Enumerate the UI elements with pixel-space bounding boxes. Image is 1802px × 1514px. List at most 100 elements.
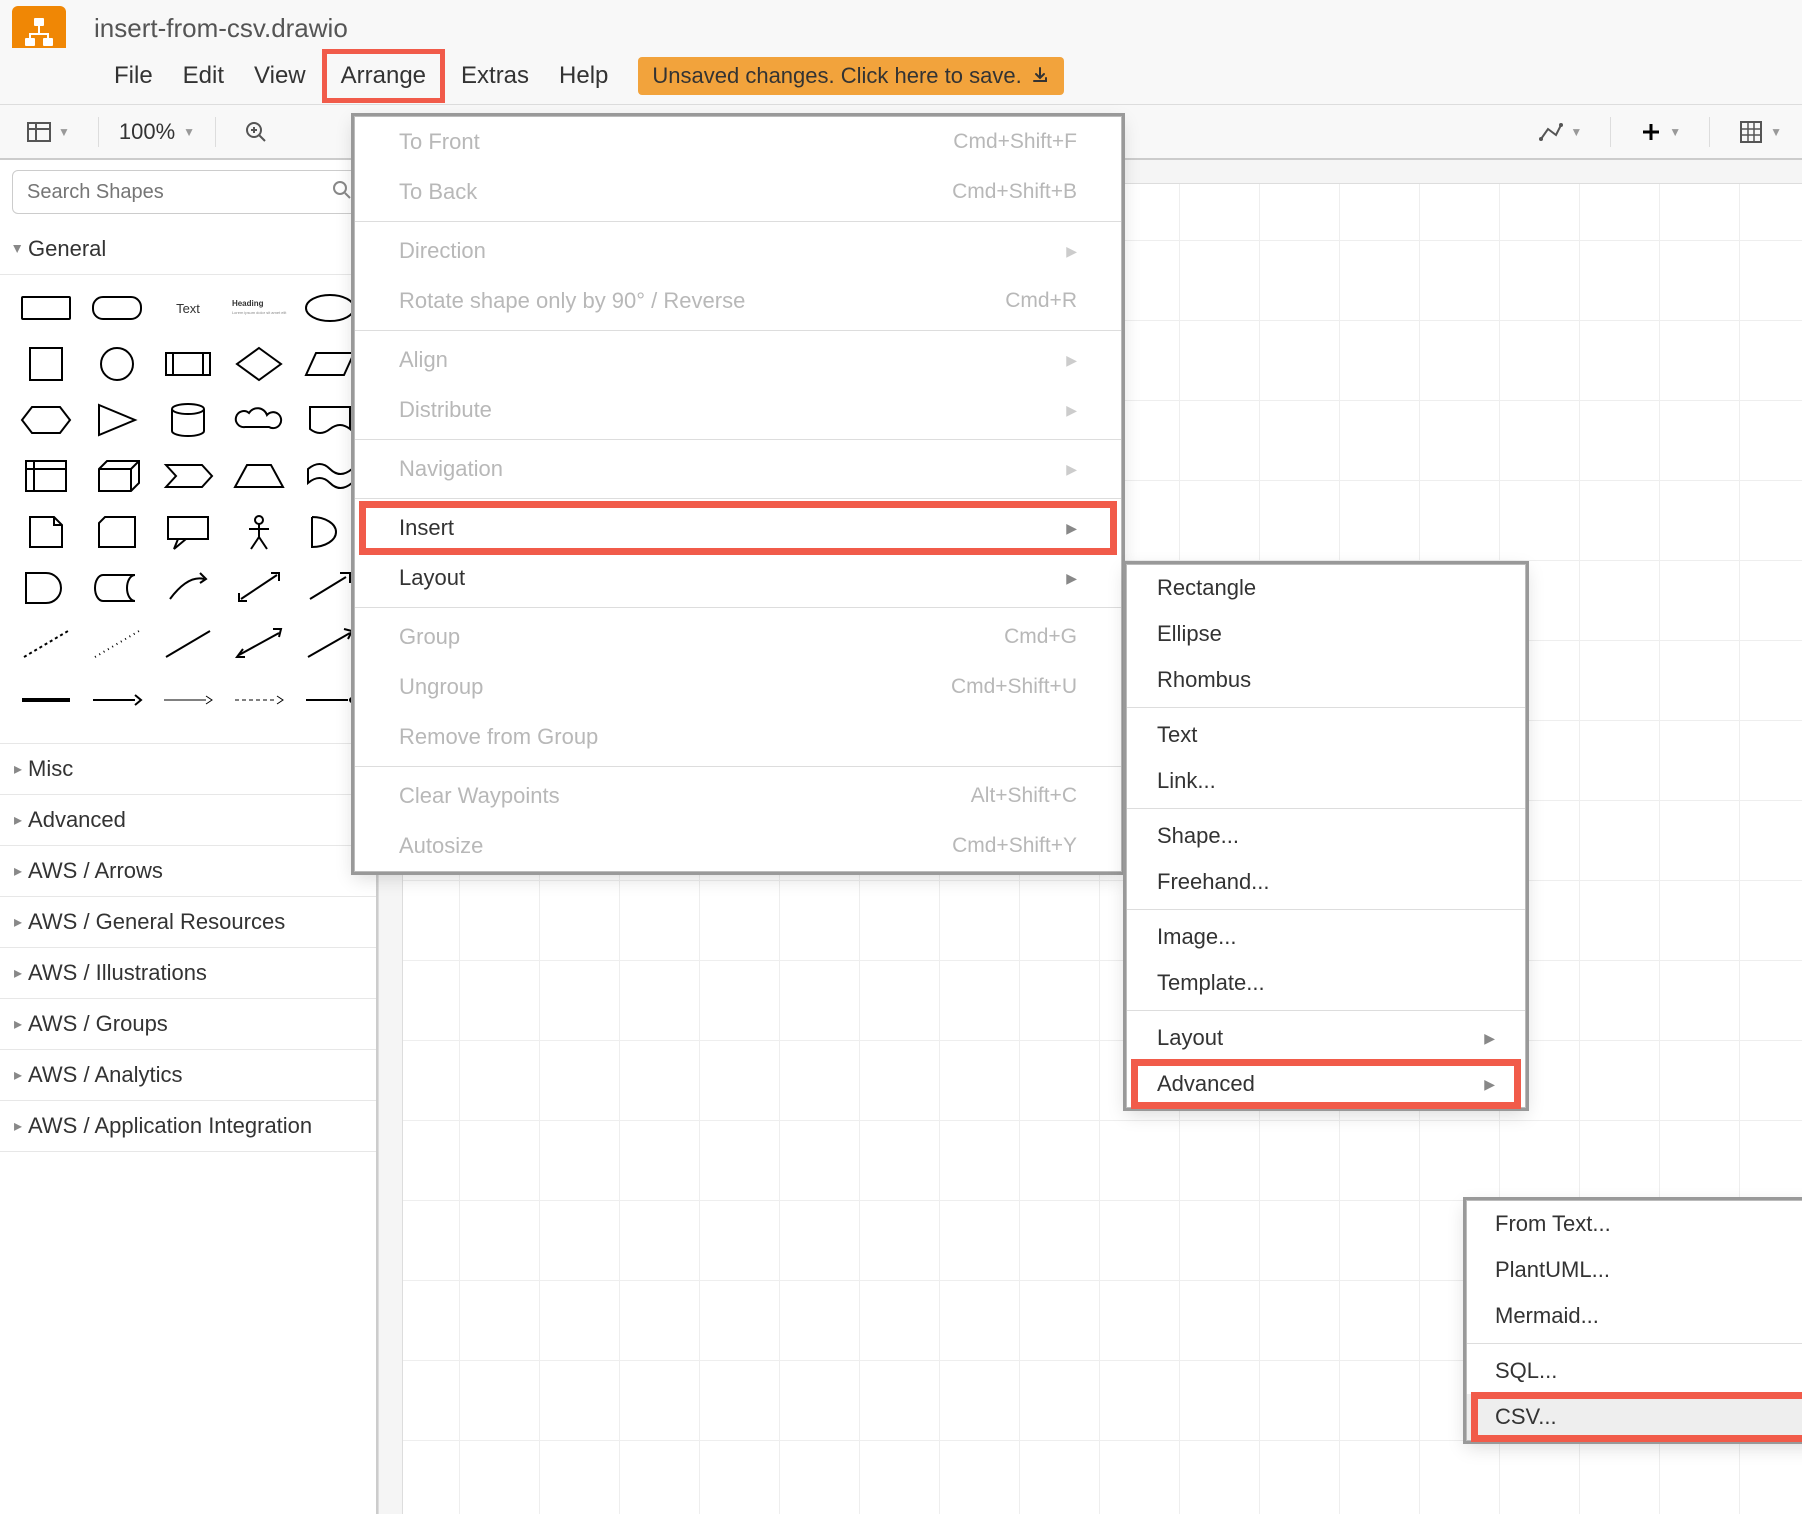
- insert-item-layout[interactable]: Layout▶: [1127, 1015, 1525, 1061]
- chevron-down-icon: ▼: [1669, 125, 1681, 139]
- insert-item-image[interactable]: Image...: [1127, 914, 1525, 960]
- menu-edit[interactable]: Edit: [169, 54, 238, 98]
- insert-item-rectangle[interactable]: Rectangle: [1127, 565, 1525, 611]
- menu-extras[interactable]: Extras: [447, 54, 543, 98]
- insert-button[interactable]: ▼: [1631, 116, 1689, 148]
- category-aws-arrows[interactable]: ▸AWS / Arrows: [0, 846, 376, 897]
- menu-view[interactable]: View: [240, 54, 320, 98]
- insert-item-advanced[interactable]: Advanced▶: [1127, 1061, 1525, 1107]
- shape-step[interactable]: [156, 453, 219, 499]
- menu-arrange[interactable]: Arrange: [322, 49, 445, 103]
- menu-shortcut: Cmd+R: [1005, 289, 1077, 313]
- shape-tape[interactable]: [299, 453, 362, 499]
- shape-bidir-arrow[interactable]: [228, 565, 291, 611]
- advanced-item-plantuml[interactable]: PlantUML...: [1467, 1247, 1802, 1293]
- zoom-control[interactable]: 100% ▼: [119, 119, 195, 145]
- shape-actor[interactable]: [228, 509, 291, 555]
- insert-item-template[interactable]: Template...: [1127, 960, 1525, 1006]
- shape-circle[interactable]: [85, 341, 148, 387]
- shape-card[interactable]: [85, 509, 148, 555]
- category-aws-analytics[interactable]: ▸AWS / Analytics: [0, 1050, 376, 1101]
- search-shapes-input[interactable]: [12, 170, 364, 214]
- shape-line[interactable]: [156, 621, 219, 667]
- menu-separator: [355, 498, 1121, 499]
- advanced-item-from-text[interactable]: From Text...: [1467, 1201, 1802, 1247]
- menu-item-label: Insert: [399, 515, 454, 541]
- shape-diamond[interactable]: [228, 341, 291, 387]
- category-label: Misc: [28, 756, 73, 782]
- shape-document[interactable]: [299, 397, 362, 443]
- shape-hexagon[interactable]: [14, 397, 77, 443]
- advanced-submenu-dropdown: From Text...PlantUML...Mermaid... SQL...C…: [1466, 1200, 1802, 1441]
- shape-curve-arrow[interactable]: [156, 565, 219, 611]
- shape-text[interactable]: Text: [156, 285, 219, 331]
- shape-triangle[interactable]: [85, 397, 148, 443]
- insert-item-link[interactable]: Link...: [1127, 758, 1525, 804]
- category-label: AWS / Groups: [28, 1011, 168, 1037]
- shape-rounded-rect[interactable]: [85, 285, 148, 331]
- submenu-arrow-icon: ▶: [1066, 461, 1077, 478]
- shape-ellipse[interactable]: [299, 285, 362, 331]
- shape-link-dot-end[interactable]: [299, 677, 362, 723]
- search-icon[interactable]: [332, 180, 352, 206]
- shape-parallelogram[interactable]: [299, 341, 362, 387]
- category-aws-illustrations[interactable]: ▸AWS / Illustrations: [0, 948, 376, 999]
- insert-item-text[interactable]: Text: [1127, 712, 1525, 758]
- shape-square[interactable]: [14, 341, 77, 387]
- separator: [1709, 117, 1710, 147]
- insert-item-shape[interactable]: Shape...: [1127, 813, 1525, 859]
- document-title[interactable]: insert-from-csv.drawio: [94, 13, 348, 44]
- shape-arrow[interactable]: [299, 565, 362, 611]
- advanced-item-mermaid[interactable]: Mermaid...: [1467, 1293, 1802, 1339]
- shape-note[interactable]: [14, 509, 77, 555]
- shape-and[interactable]: [14, 565, 77, 611]
- arrange-item-rotate-shape-only-by-90-reverse: Rotate shape only by 90° / ReverseCmd+R: [355, 276, 1121, 326]
- shape-cylinder[interactable]: [156, 397, 219, 443]
- shape-textbox[interactable]: HeadingLorem ipsum dolor sit amet elit: [228, 285, 291, 331]
- connection-button[interactable]: ▼: [1530, 115, 1590, 149]
- arrange-item-distribute: Distribute▶: [355, 385, 1121, 435]
- category-aws-groups[interactable]: ▸AWS / Groups: [0, 999, 376, 1050]
- shape-trapezoid[interactable]: [228, 453, 291, 499]
- insert-item-rhombus[interactable]: Rhombus: [1127, 657, 1525, 703]
- shape-cube[interactable]: [85, 453, 148, 499]
- shape-rect[interactable]: [14, 285, 77, 331]
- shape-dashed-line[interactable]: [14, 621, 77, 667]
- shape-dotted-line[interactable]: [85, 621, 148, 667]
- shape-bidir-thin[interactable]: [228, 621, 291, 667]
- menu-shortcut: Cmd+G: [1004, 625, 1077, 649]
- shape-internal-storage[interactable]: [14, 453, 77, 499]
- shape-process[interactable]: [156, 341, 219, 387]
- shape-link-arrow[interactable]: [85, 677, 148, 723]
- category-aws-general-resources[interactable]: ▸AWS / General Resources: [0, 897, 376, 948]
- shape-link-solid[interactable]: [14, 677, 77, 723]
- table-button[interactable]: ▼: [1730, 115, 1790, 149]
- shape-link-thin[interactable]: [156, 677, 219, 723]
- shape-callout[interactable]: [156, 509, 219, 555]
- category-aws-application-integration[interactable]: ▸AWS / Application Integration: [0, 1101, 376, 1152]
- menu-help[interactable]: Help: [545, 54, 622, 98]
- arrange-item-insert[interactable]: Insert▶: [355, 503, 1121, 553]
- menu-item-label: Group: [399, 624, 460, 650]
- triangle-right-icon: ▸: [14, 1065, 22, 1085]
- shape-data-storage[interactable]: [85, 565, 148, 611]
- zoom-in-button[interactable]: [236, 116, 276, 148]
- insert-item-freehand[interactable]: Freehand...: [1127, 859, 1525, 905]
- arrange-item-layout[interactable]: Layout▶: [355, 553, 1121, 603]
- shape-link-dashed[interactable]: [228, 677, 291, 723]
- sidebar-toggle-button[interactable]: ▼: [18, 115, 78, 149]
- menu-item-label: Clear Waypoints: [399, 783, 560, 809]
- category-misc[interactable]: ▸Misc: [0, 744, 376, 795]
- shape-arrow-thin[interactable]: [299, 621, 362, 667]
- advanced-item-sql[interactable]: SQL...: [1467, 1348, 1802, 1394]
- zoom-value: 100%: [119, 119, 175, 145]
- shape-cloud[interactable]: [228, 397, 291, 443]
- category-general[interactable]: ▸ General: [0, 224, 376, 275]
- category-advanced[interactable]: ▸Advanced: [0, 795, 376, 846]
- menu-file[interactable]: File: [100, 54, 167, 98]
- chevron-down-icon: ▼: [58, 125, 70, 139]
- insert-item-ellipse[interactable]: Ellipse: [1127, 611, 1525, 657]
- shape-or[interactable]: [299, 509, 362, 555]
- unsaved-changes-banner[interactable]: Unsaved changes. Click here to save.: [638, 57, 1063, 95]
- advanced-item-csv[interactable]: CSV...: [1467, 1394, 1802, 1440]
